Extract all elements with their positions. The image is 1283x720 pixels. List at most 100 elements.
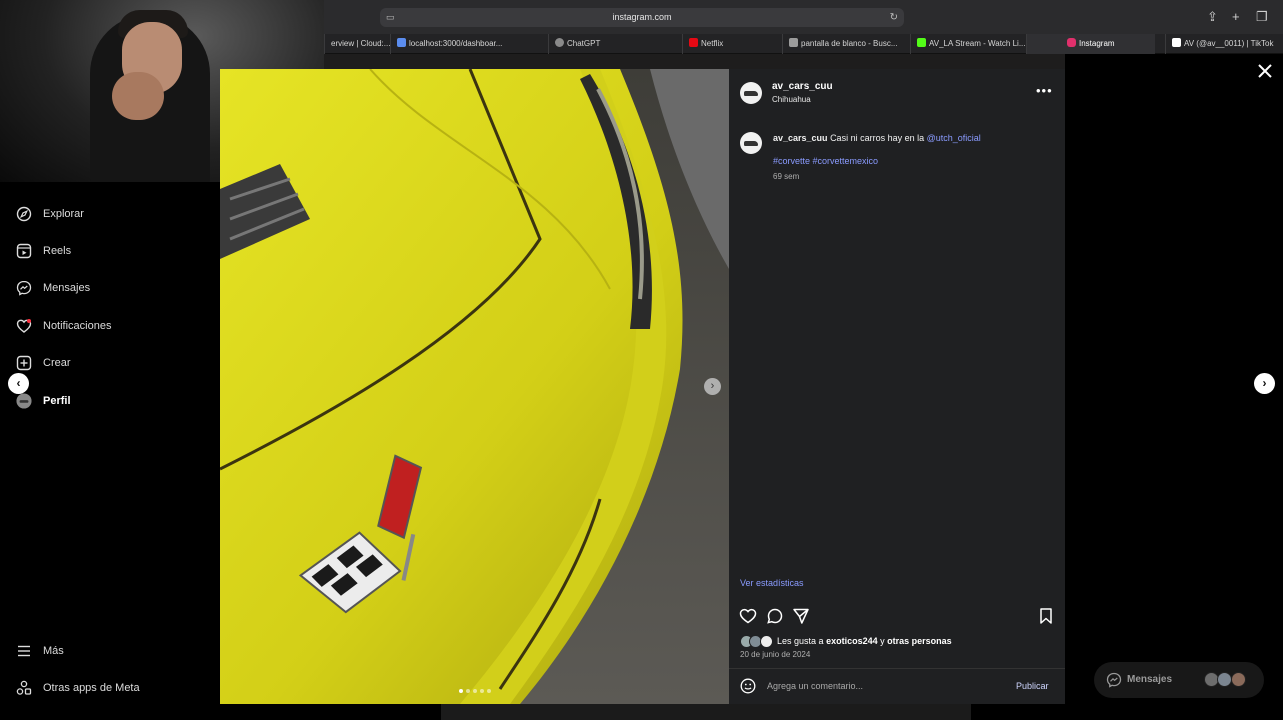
compass-icon: [16, 206, 32, 222]
next-post-button[interactable]: ›: [1254, 373, 1275, 394]
messenger-icon: [16, 280, 32, 296]
sidebar-item-label: Mensajes: [43, 282, 91, 294]
sidebar-item-label: Crear: [43, 357, 71, 369]
sidebar-item-notificaciones[interactable]: Notificaciones: [16, 314, 111, 338]
menu-icon: [16, 643, 32, 659]
sidebar-item-crear[interactable]: Crear: [16, 351, 71, 375]
author-avatar[interactable]: [740, 82, 762, 104]
hashtags[interactable]: #corvette #corvettemexico: [773, 156, 878, 166]
sidebar-item-perfil[interactable]: Perfil: [16, 389, 71, 413]
bookmark-icon[interactable]: [1037, 607, 1055, 625]
tab-label: Netflix: [701, 39, 724, 48]
comment-input[interactable]: Agrega un comentario...: [767, 681, 863, 691]
carousel-dot: [473, 689, 477, 693]
emoji-icon[interactable]: [740, 678, 756, 694]
messages-floating-button[interactable]: Mensajes: [1094, 662, 1264, 698]
carousel-dot: [466, 689, 470, 693]
sidebar-item-label: Más: [43, 645, 64, 657]
tab-instagram[interactable]: Instagram: [1026, 34, 1155, 54]
likes-others[interactable]: otras personas: [887, 636, 952, 646]
tab-favicon: [689, 38, 698, 47]
sidebar-item-explorar[interactable]: Explorar: [16, 202, 84, 226]
sidebar-item-mensajes[interactable]: Mensajes: [16, 276, 90, 300]
tab-label: pantalla de blanco - Busc...: [801, 39, 898, 48]
liker-avatars: [740, 635, 776, 648]
tab-favicon: [1172, 38, 1181, 47]
comment-icon[interactable]: [766, 607, 784, 625]
corvette-photo: [220, 69, 729, 704]
sidebar-item-label: Reels: [43, 245, 72, 257]
tab-netflix[interactable]: Netflix: [682, 34, 772, 54]
tab-label: Instagram: [1079, 39, 1115, 48]
new-tab-icon[interactable]: +: [1232, 9, 1240, 24]
tab-localhost[interactable]: localhost:3000/dashboar...: [390, 34, 514, 54]
sidebar-item-mas[interactable]: Más: [16, 639, 64, 663]
caption: av_cars_cuu Casi ni carros hay en la @ut…: [773, 132, 1043, 144]
webcam-person-hand: [112, 72, 164, 120]
page-icon: ▭: [386, 12, 395, 22]
tab-chatgpt[interactable]: ChatGPT: [548, 34, 642, 54]
caption-username[interactable]: av_cars_cuu: [773, 133, 828, 143]
like-heart-icon[interactable]: [739, 607, 757, 625]
share-send-icon[interactable]: [792, 607, 810, 625]
caption-avatar[interactable]: [740, 132, 762, 154]
sidebar-item-reels[interactable]: Reels: [16, 239, 71, 263]
post-age: 69 sem: [773, 172, 800, 181]
divider: [729, 668, 1065, 669]
liker-avatar: [760, 635, 773, 648]
background-feed-bottom: [441, 704, 971, 720]
message-contact-avatar: [1231, 672, 1246, 687]
more-options-icon[interactable]: •••: [1036, 83, 1053, 98]
caption-mention[interactable]: @utch_oficial: [927, 133, 981, 143]
carousel-next-button[interactable]: ›: [704, 378, 721, 395]
tab-label: localhost:3000/dashboar...: [409, 39, 503, 48]
carousel-dot: [459, 689, 463, 693]
author-username[interactable]: av_cars_cuu: [772, 81, 833, 92]
carousel-dot: [487, 689, 491, 693]
tab-cloud[interactable]: erview | Cloud:...: [324, 34, 390, 54]
tab-favicon: [917, 38, 926, 47]
message-contact-avatar: [1217, 672, 1232, 687]
apps-icon: [16, 680, 32, 696]
carousel-dot: [480, 689, 484, 693]
url-text: instagram.com: [612, 12, 672, 22]
tab-favicon: [555, 38, 564, 47]
likes-prefix: Les gusta a: [777, 636, 824, 646]
reload-icon[interactable]: ↻: [890, 8, 898, 27]
heart-icon: [16, 318, 32, 334]
share-icon[interactable]: ⇪: [1207, 9, 1218, 25]
post-date: 20 de junio de 2024: [740, 650, 811, 659]
plus-square-icon: [16, 355, 32, 371]
sidebar-item-label: Notificaciones: [43, 320, 112, 332]
tab-google-search[interactable]: pantalla de blanco - Busc...: [782, 34, 898, 54]
sidebar-item-otras-apps[interactable]: Otras apps de Meta: [16, 676, 140, 700]
tab-label: ChatGPT: [567, 39, 601, 48]
tab-overview-icon[interactable]: ❐: [1256, 9, 1268, 25]
publish-button[interactable]: Publicar: [1016, 681, 1049, 691]
likes-summary[interactable]: Les gusta a exoticos244 y otras personas: [777, 636, 952, 646]
screen: ▭ instagram.com ↻ ⇪ + ❐ erview | Cloud:.…: [0, 0, 1283, 720]
tab-label: AV_LA Stream - Watch Li...: [929, 39, 1026, 48]
carousel-indicator: [459, 689, 491, 693]
background-feed: [324, 54, 1065, 69]
reels-icon: [16, 243, 32, 259]
previous-post-button[interactable]: ‹: [8, 373, 29, 394]
tab-favicon: [1067, 38, 1076, 47]
profile-avatar: [16, 393, 32, 409]
likes-user[interactable]: exoticos244: [826, 636, 878, 646]
close-icon[interactable]: [1256, 62, 1274, 80]
likes-conjunction: y: [880, 636, 885, 646]
tab-favicon: [789, 38, 798, 47]
address-bar[interactable]: ▭ instagram.com ↻: [380, 8, 904, 27]
tab-tiktok[interactable]: AV (@av__0011) | TikTok: [1165, 34, 1283, 54]
post-location[interactable]: Chihuahua: [772, 95, 811, 104]
tab-favicon: [397, 38, 406, 47]
view-stats-link[interactable]: Ver estadísticas: [740, 578, 804, 588]
post-image[interactable]: [220, 69, 729, 704]
tab-label: AV (@av__0011) | TikTok: [1184, 39, 1274, 48]
messages-label: Mensajes: [1127, 674, 1173, 685]
tab-label: erview | Cloud:...: [331, 39, 390, 48]
tab-kick-stream[interactable]: AV_LA Stream - Watch Li...: [910, 34, 1026, 54]
sidebar-item-label: Otras apps de Meta: [43, 682, 140, 694]
messenger-icon: [1106, 672, 1122, 688]
